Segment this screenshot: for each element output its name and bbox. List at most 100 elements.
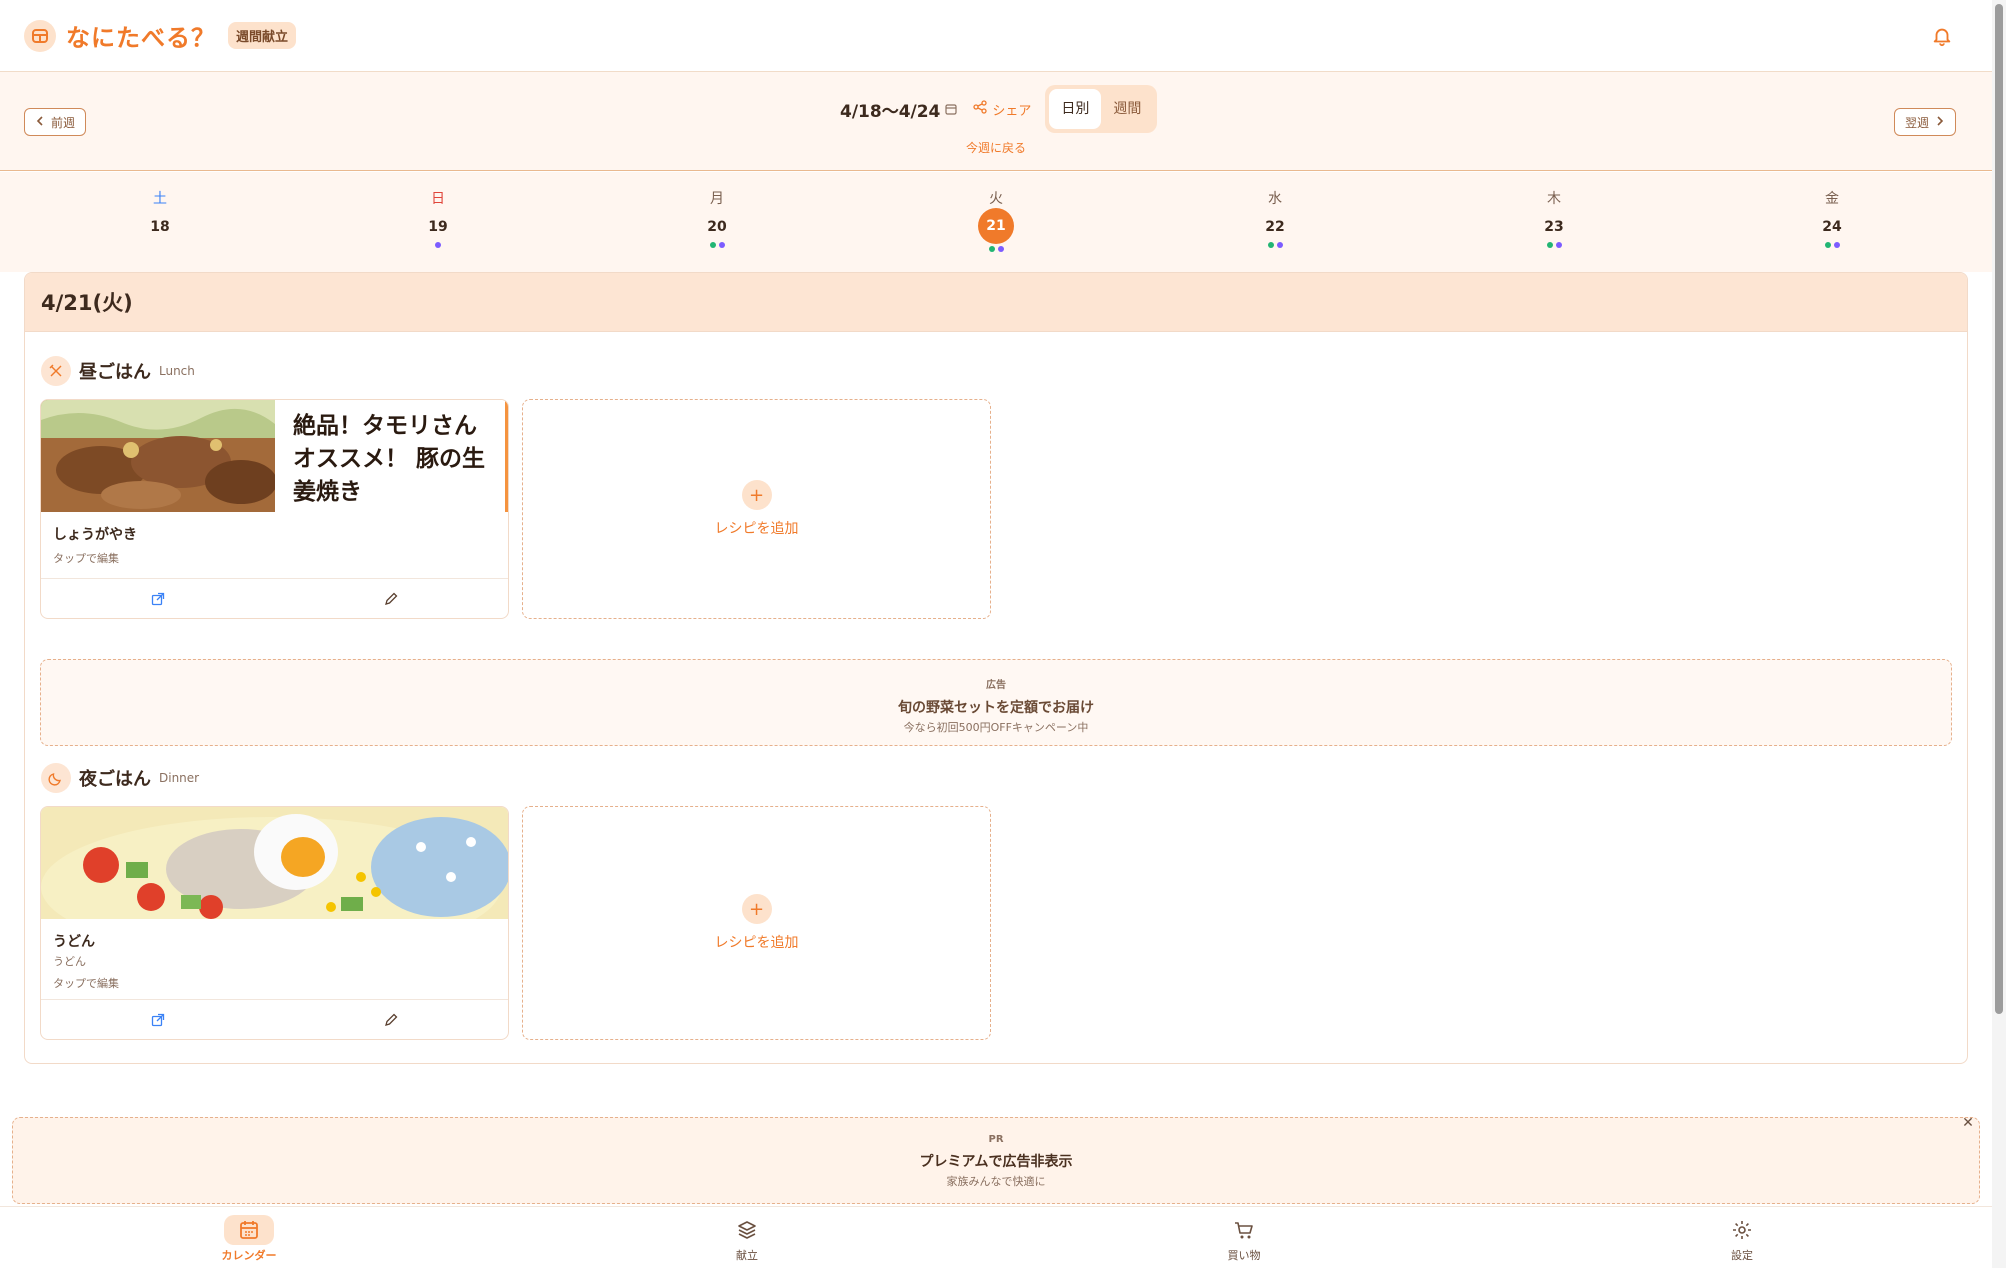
view-daily-option[interactable]: 日別 [1049, 89, 1102, 129]
layers-icon [692, 1215, 802, 1245]
external-link-icon[interactable] [41, 579, 275, 618]
close-icon[interactable]: ✕ [1959, 1114, 1977, 1132]
calendar-icon [224, 1215, 274, 1245]
nav-menu[interactable]: 献立 [692, 1215, 802, 1263]
selected-date: 21 [978, 208, 1014, 244]
nav-menu-label: 献立 [736, 1249, 758, 1262]
calendar-small-icon[interactable] [945, 100, 957, 119]
share-button[interactable]: シェア [973, 100, 1031, 119]
card-actions [41, 578, 508, 618]
back-to-this-week-link[interactable]: 今週に戻る [966, 139, 1026, 156]
day-of-week: 木 [1547, 191, 1561, 207]
meal-dot [435, 242, 441, 248]
recipe-name: うどん [53, 934, 95, 950]
app-title: なにたべる？ [66, 24, 216, 52]
day-of-week: 月 [710, 191, 724, 207]
ginger-pork-photo [41, 400, 275, 512]
bell-icon[interactable] [1928, 22, 1956, 50]
view-toggle: 日別 週間 [1045, 85, 1158, 133]
meal-dots [1514, 242, 1594, 250]
date-number: 23 [1544, 219, 1564, 235]
dinner-subtitle: Dinner [159, 771, 200, 785]
plus-icon: + [741, 894, 772, 924]
dinner-add-recipe-button[interactable]: + レシピを追加 [522, 806, 991, 1040]
dinner-recipe-card[interactable]: うどん うどん タップで編集 [40, 806, 509, 1040]
date-number: 22 [1265, 219, 1285, 235]
meal-dot [1555, 242, 1562, 248]
ad-subtitle: 今なら初回500円OFFキャンペーン中 [903, 721, 1089, 734]
lunch-subtitle: Lunch [159, 364, 195, 378]
external-link-icon[interactable] [41, 1000, 275, 1039]
add-recipe-label: レシピを追加 [714, 521, 799, 537]
lunch-recipe-card[interactable]: 絶品！タモリさんオススメ！ 豚の生姜焼き しょうがやき タップで編集 [40, 399, 509, 619]
meal-dot [709, 242, 716, 248]
gear-icon [1687, 1215, 1797, 1245]
meal-dots [120, 242, 200, 250]
moon-icon [41, 763, 71, 793]
dinner-title: 夜ごはん [79, 769, 151, 790]
ad-tag: 広告 [986, 680, 1006, 691]
dinner-header: 夜ごはん Dinner [41, 763, 199, 793]
day-strip: 土 18 日 19 月 20 火 21 水 22 木 23 金 24 [0, 172, 1992, 272]
day-panel: 4/21(火) 昼ごはん Lunch 絶品！タモリさんオススメ！ 豚の生姜焼き … [24, 272, 1968, 1064]
date-number: 24 [1822, 219, 1842, 235]
meal-dot [1833, 242, 1840, 248]
bento-logo-icon [24, 19, 56, 52]
date-number: 19 [428, 219, 448, 235]
share-label: シェア [992, 103, 1032, 119]
title-badge: 週間献立 [228, 22, 297, 49]
day-20[interactable]: 月 20 [677, 188, 757, 250]
recipe-edit-hint: タップで編集 [53, 552, 119, 565]
edit-pencil-icon[interactable] [275, 1000, 509, 1039]
day-of-week: 水 [1268, 191, 1282, 207]
day-18[interactable]: 土 18 [120, 188, 200, 250]
recipe-image: 絶品！タモリさんオススメ！ 豚の生姜焼き [41, 400, 508, 512]
cart-icon [1189, 1215, 1299, 1245]
plus-icon: + [741, 480, 772, 510]
meal-dot [988, 246, 995, 252]
meal-dots [677, 242, 757, 250]
nav-calendar-label: カレンダー [221, 1249, 277, 1262]
meal-dot [1276, 242, 1283, 248]
next-week-button[interactable]: 翌週 [1893, 108, 1956, 136]
day-19[interactable]: 日 19 [398, 188, 478, 250]
meal-dots [1792, 242, 1872, 250]
edit-pencil-icon[interactable] [275, 579, 509, 618]
add-recipe-label: レシピを追加 [714, 935, 799, 951]
meal-dot [1824, 242, 1831, 248]
day-21[interactable]: 火 21 [956, 188, 1036, 254]
recipe-image-title-text: 絶品！タモリさんオススメ！ 豚の生姜焼き [293, 413, 486, 505]
next-week-label: 翌週 [1904, 115, 1929, 130]
card-actions [41, 999, 508, 1039]
premium-banner[interactable]: ✕ PR プレミアムで広告非表示 家族みんなで快適に [12, 1114, 1980, 1204]
day-of-week: 土 [153, 191, 167, 207]
nav-settings[interactable]: 設定 [1687, 1215, 1797, 1263]
day-panel-title: 4/21(火) [25, 273, 1967, 332]
premium-subtitle: 家族みんなで快適に [946, 1175, 1046, 1188]
nav-calendar[interactable]: カレンダー [194, 1215, 304, 1263]
meal-dot [997, 246, 1004, 252]
prev-week-button[interactable]: 前週 [24, 108, 87, 136]
scrollbar-thumb[interactable] [1995, 4, 2003, 1014]
premium-title: プレミアムで広告非表示 [919, 1154, 1073, 1170]
meal-dots [956, 246, 1036, 254]
premium-tag: PR [988, 1134, 1004, 1145]
view-weekly-option[interactable]: 週間 [1101, 89, 1153, 129]
scrollbar[interactable] [1992, 0, 2006, 1268]
meal-dot [718, 242, 725, 248]
recipe-subtitle: うどん [53, 955, 86, 968]
share-icon [973, 100, 988, 118]
week-range[interactable]: 4/18〜4/24 [840, 97, 940, 122]
ad-banner[interactable]: 広告 旬の野菜セットを定額でお届け 今なら初回500円OFFキャンペーン中 [40, 659, 1952, 746]
utensils-icon [41, 356, 71, 386]
prev-week-label: 前週 [51, 115, 76, 130]
lunch-add-recipe-button[interactable]: + レシピを追加 [522, 399, 991, 619]
chevron-left-icon [35, 115, 45, 129]
day-22[interactable]: 水 22 [1235, 188, 1315, 250]
nav-shopping[interactable]: 買い物 [1189, 1215, 1299, 1263]
date-number: 18 [150, 219, 170, 235]
day-23[interactable]: 木 23 [1514, 188, 1594, 250]
day-24[interactable]: 金 24 [1792, 188, 1872, 250]
week-range-controls: 4/18〜4/24 シェア 日別 週間 [840, 85, 1158, 133]
recipe-name: しょうがやき [53, 527, 137, 543]
